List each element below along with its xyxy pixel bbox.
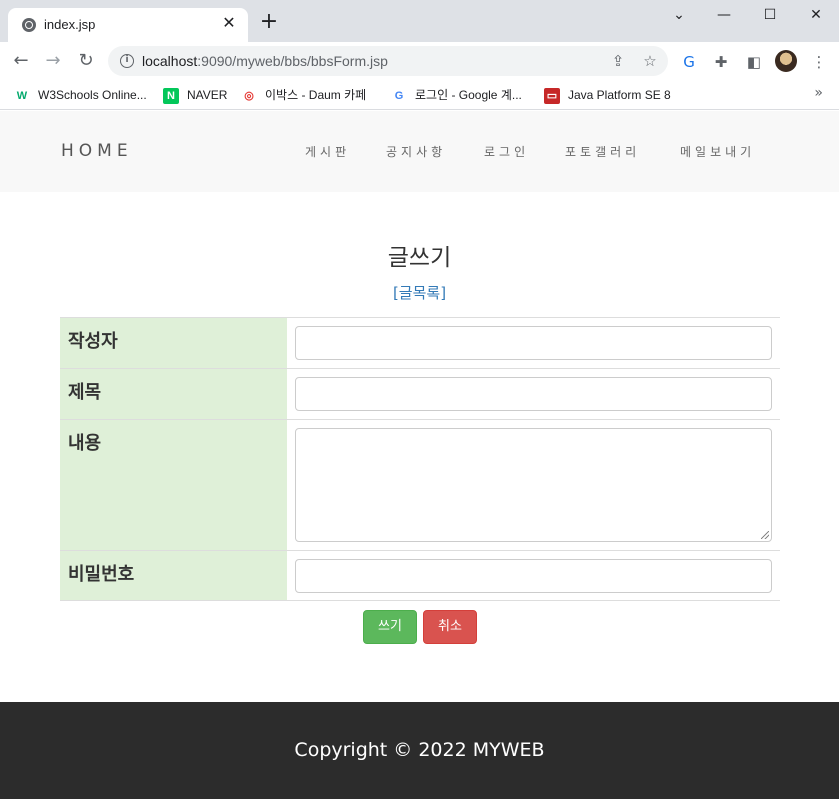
password-label-cell: 비밀번호 — [60, 551, 287, 600]
browser-tab-strip: index.jsp ✕ + ⌄ — ☐ ✕ — [0, 0, 839, 42]
site-navbar: HOME 게시판 공지사항 로그인 포토갤러리 메일보내기 — [0, 111, 839, 192]
forward-arrow-icon[interactable]: → — [40, 48, 66, 74]
content-label: 내용 — [68, 433, 102, 454]
writer-label: 작성자 — [68, 331, 118, 352]
side-panel-icon[interactable]: ◧ — [743, 51, 765, 73]
password-input[interactable] — [295, 559, 772, 593]
tab-search-dropdown-icon[interactable]: ⌄ — [656, 0, 702, 32]
w3schools-icon: W — [16, 89, 28, 102]
content-label-cell: 내용 — [60, 420, 287, 550]
maximize-button[interactable]: ☐ — [747, 0, 793, 32]
share-icon[interactable]: ⇪ — [608, 51, 628, 71]
submit-button[interactable]: 쓰기 — [363, 610, 417, 644]
subject-row: 제목 — [60, 368, 780, 419]
nav-item-photo-gallery[interactable]: 포토갤러리 — [565, 143, 640, 160]
browser-toolbar: ← → ↻ i localhost:9090/myweb/bbs/bbsForm… — [0, 42, 839, 80]
address-bar[interactable]: i localhost:9090/myweb/bbs/bbsForm.jsp ⇪… — [108, 46, 668, 76]
nav-item-login[interactable]: 로그인 — [484, 143, 529, 160]
bookmark-naver[interactable]: N NAVER — [163, 86, 227, 104]
bookmark-google-login[interactable]: G 로그인 - Google 계... — [391, 86, 522, 104]
nav-item-send-mail[interactable]: 메일보내기 — [680, 143, 755, 160]
naver-icon: N — [163, 87, 179, 104]
write-form-table: 작성자 제목 내용 비밀번호 — [60, 317, 780, 601]
google-icon: G — [394, 89, 404, 102]
profile-avatar[interactable] — [775, 50, 797, 72]
daum-cafe-icon: ◎ — [244, 89, 254, 102]
translate-extension-icon[interactable]: G — [678, 51, 700, 73]
writer-input[interactable] — [295, 326, 772, 360]
site-footer: Copyright © 2022 MYWEB — [0, 702, 839, 799]
oracle-icon: ▭ — [544, 87, 560, 104]
site-info-icon[interactable]: i — [120, 54, 134, 68]
nav-item-board[interactable]: 게시판 — [305, 143, 350, 160]
bookmarks-bar: W W3Schools Online... N NAVER ◎ 이박스 - Daum … — [0, 80, 839, 110]
content-row: 내용 — [60, 419, 780, 550]
tab-title: index.jsp — [44, 17, 96, 32]
close-window-button[interactable]: ✕ — [793, 0, 839, 32]
writer-label-cell: 작성자 — [60, 318, 287, 368]
reload-icon[interactable]: ↻ — [73, 48, 99, 74]
brand-home-link[interactable]: HOME — [61, 141, 133, 161]
globe-icon — [22, 18, 36, 32]
extensions-puzzle-icon[interactable]: ✚ — [710, 51, 732, 73]
copyright-text: Copyright © 2022 MYWEB — [294, 739, 545, 761]
bookmark-star-icon[interactable]: ☆ — [640, 51, 660, 71]
nav-item-notice[interactable]: 공지사항 — [386, 143, 446, 160]
password-row: 비밀번호 — [60, 550, 780, 601]
new-tab-button[interactable]: + — [258, 11, 280, 34]
subject-label-cell: 제목 — [60, 369, 287, 419]
cancel-button[interactable]: 취소 — [423, 610, 477, 644]
browser-tab[interactable]: index.jsp ✕ — [8, 8, 248, 42]
browser-menu-icon[interactable]: ⋮ — [808, 51, 830, 73]
writer-row: 작성자 — [60, 317, 780, 368]
page-title: 글쓰기 — [387, 245, 452, 271]
close-tab-icon[interactable]: ✕ — [220, 14, 238, 32]
minimize-button[interactable]: — — [701, 0, 747, 32]
post-list-link[interactable]: [글목록] — [0, 282, 839, 303]
more-bookmarks-icon[interactable]: » — [814, 85, 823, 101]
password-label: 비밀번호 — [68, 564, 135, 585]
bookmark-w3schools[interactable]: W W3Schools Online... — [14, 86, 147, 104]
content-textarea[interactable] — [295, 428, 772, 542]
back-arrow-icon[interactable]: ← — [8, 48, 34, 74]
subject-label: 제목 — [68, 382, 102, 403]
bookmark-java-platform[interactable]: ▭ Java Platform SE 8 — [544, 86, 671, 104]
url-text[interactable]: localhost:9090/myweb/bbs/bbsForm.jsp — [142, 53, 388, 69]
bookmark-daum-cafe[interactable]: ◎ 이박스 - Daum 카페 — [241, 86, 366, 104]
resize-grip-icon[interactable] — [761, 531, 769, 539]
subject-input[interactable] — [295, 377, 772, 411]
